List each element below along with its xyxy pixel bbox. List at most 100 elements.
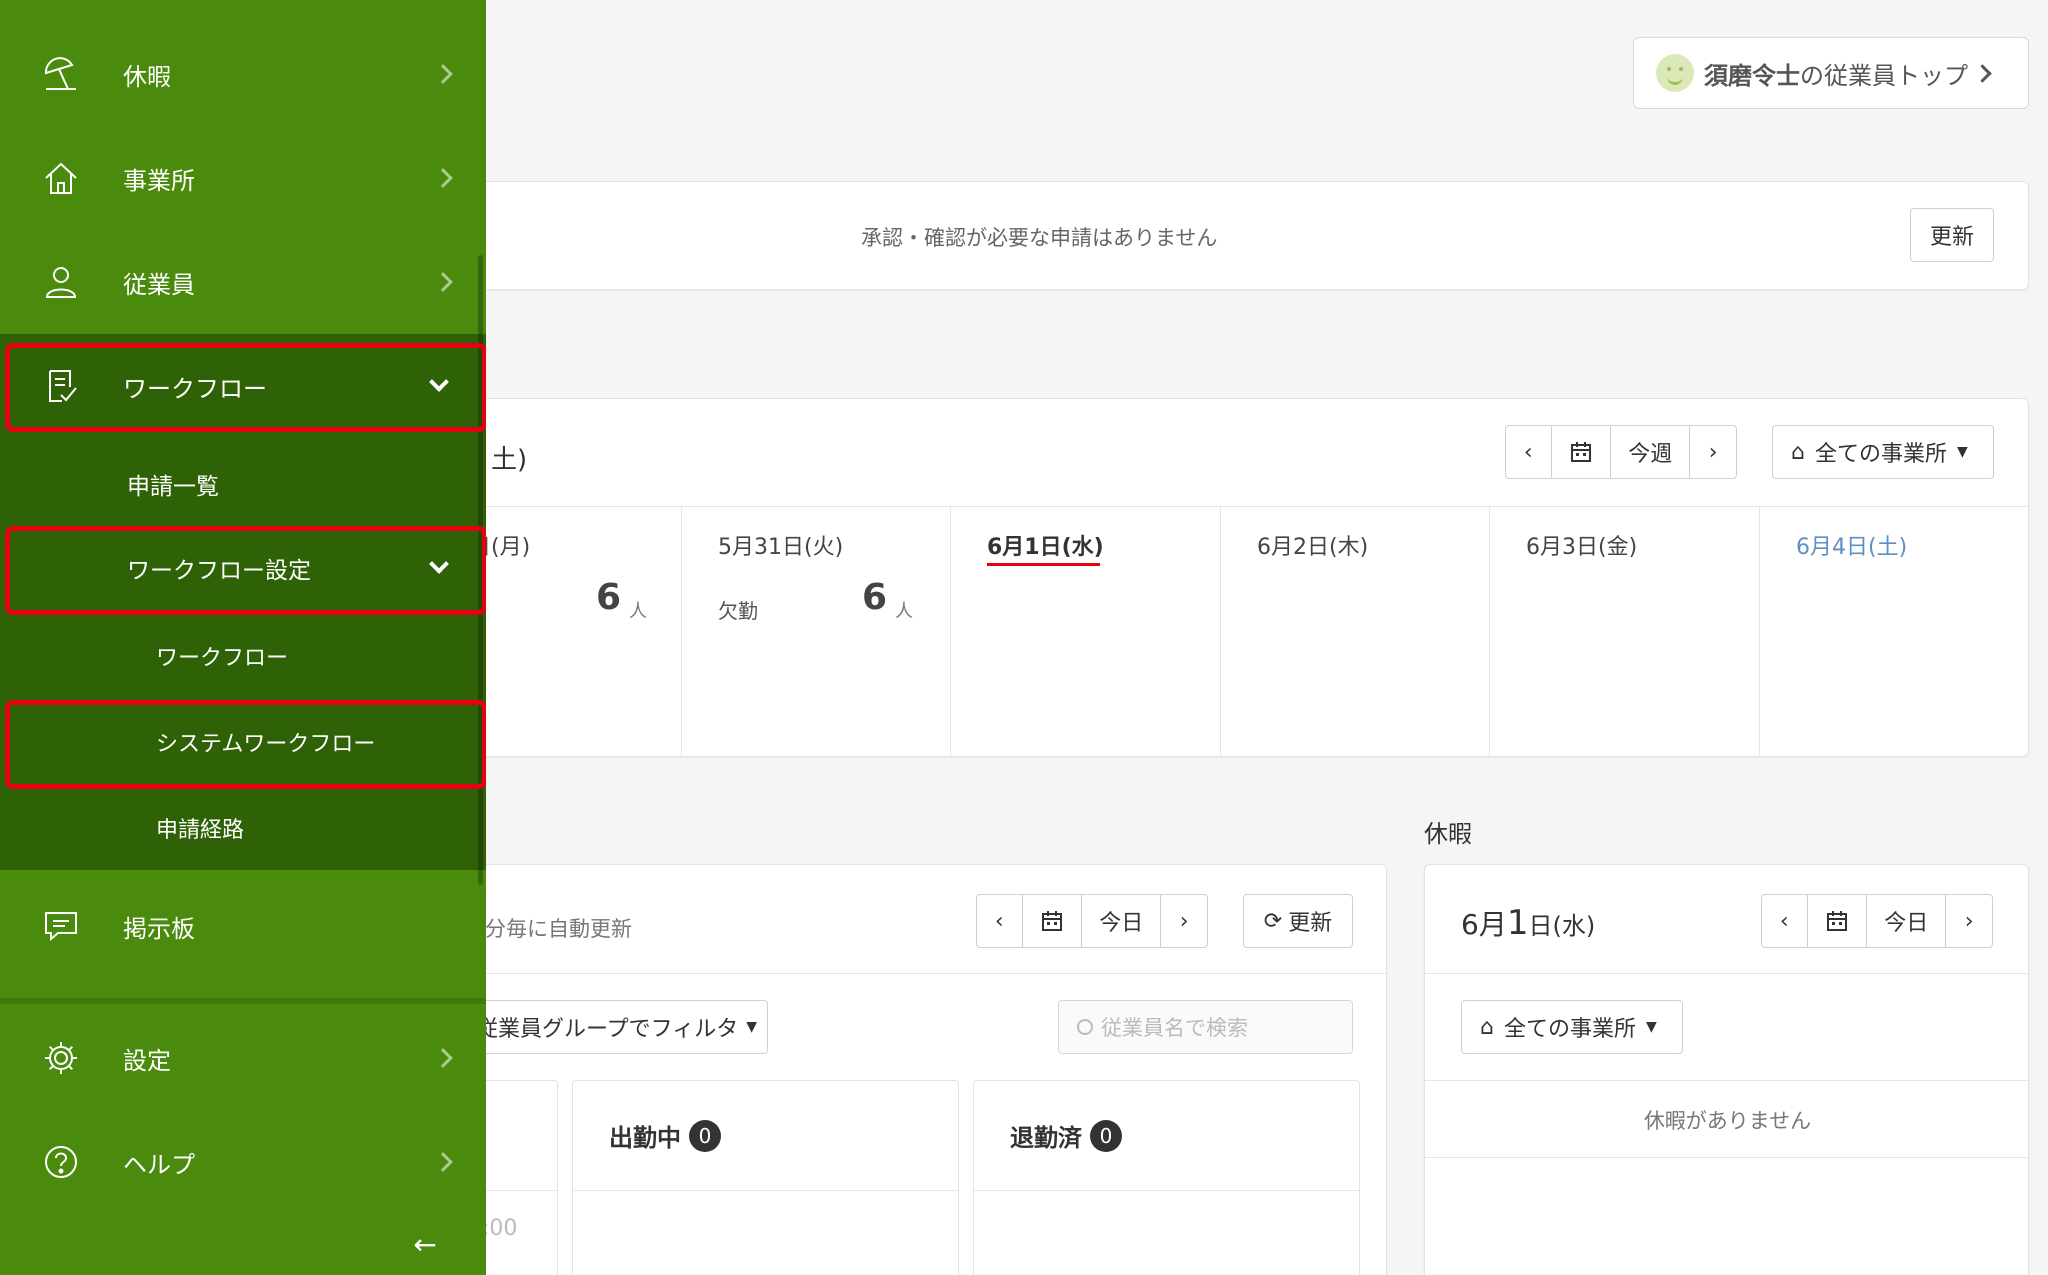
smiley-icon — [1656, 54, 1694, 92]
vacation-next-day-button[interactable]: › — [1946, 895, 1992, 947]
auto-refresh-label: 分毎に自動更新 — [485, 917, 632, 941]
sidebar-subitem-label: 申請経路 — [156, 818, 245, 843]
attendance-refresh-label: 更新 — [1288, 911, 1333, 936]
sidebar-subitem-request-list[interactable]: 申請一覧 — [0, 444, 486, 524]
group-filter-label: 従業員グループでフィルタ — [476, 1017, 739, 1042]
next-day-button[interactable]: › — [1161, 895, 1207, 947]
chevron-right-icon — [433, 1048, 453, 1068]
next-week-button[interactable]: › — [1690, 426, 1736, 478]
caret-down-icon: ▼ — [1645, 1019, 1657, 1035]
highlight-workflow — [5, 343, 486, 432]
on-duty-header: 出勤中 0 — [573, 1081, 958, 1191]
calendar-icon — [1041, 911, 1062, 931]
week-nav-group: ‹ 今週 › — [1505, 425, 1737, 479]
caret-down-icon: ▼ — [1956, 444, 1968, 460]
chevron-right-icon — [433, 272, 453, 292]
refresh-icon: ⟳ — [1263, 908, 1283, 934]
day-unit: 人 — [895, 601, 913, 622]
week-range-label: 土) — [491, 445, 528, 475]
sidebar-subitem-label: 申請一覧 — [127, 474, 219, 500]
attendance-toolbar-divider — [441, 973, 1386, 974]
vacation-day-nav-group: ‹ 今日 › — [1761, 894, 1993, 948]
sidebar-subitem-workflow[interactable]: ワークフロー — [0, 616, 486, 696]
prev-week-button[interactable]: ‹ — [1506, 426, 1552, 478]
highlight-workflow-settings — [5, 526, 486, 615]
chevron-right-icon — [1973, 63, 1992, 83]
approvals-refresh-button[interactable]: 更新 — [1910, 208, 1994, 262]
today-button[interactable]: 今日 — [1082, 895, 1162, 947]
today-underline — [987, 563, 1100, 566]
vacation-date-suffix: 日(水) — [1528, 912, 1596, 940]
approvals-empty-message: 承認・確認が必要な申請はありません — [861, 226, 1218, 250]
home-icon: ⌂ — [1480, 1014, 1494, 1040]
left-header: 退勤済 0 — [974, 1081, 1359, 1191]
absent-label: 欠勤 — [718, 599, 758, 623]
chevron-right-icon — [433, 64, 453, 84]
vacation-toolbar-divider — [1425, 973, 2028, 974]
highlight-system-workflow — [5, 700, 486, 789]
vacation-date-month: 6月 — [1461, 908, 1507, 941]
calendar-icon — [1570, 442, 1591, 462]
employee-top-suffix: の従業員トップ — [1800, 61, 1968, 90]
sidebar-item-label: ヘルプ — [123, 1150, 195, 1179]
sidebar-item-office[interactable]: 事業所 — [0, 126, 486, 230]
day-label: 6月3日(金) — [1526, 535, 1638, 560]
sidebar-subitem-request-route[interactable]: 申請経路 — [0, 788, 486, 868]
day-column-thu: 6月2日(木) — [1221, 507, 1490, 756]
vacation-today-button[interactable]: 今日 — [1867, 895, 1947, 947]
arrow-left-icon: ← — [413, 1228, 437, 1261]
sidebar: 休暇 事業所 従業員 ワークフロー 申請一覧 ワークフロー設定 ワークフロー シ… — [0, 0, 486, 1275]
collapse-sidebar-button[interactable]: ← — [410, 1230, 440, 1260]
vacation-office-filter[interactable]: ⌂ 全ての事業所 ▼ — [1461, 1000, 1683, 1054]
chat-bubble-icon — [45, 912, 77, 942]
sidebar-item-label: 従業員 — [123, 270, 195, 299]
day-label-today: 6月1日(水) — [987, 535, 1104, 560]
employee-search-placeholder: 従業員名で検索 — [1101, 1016, 1248, 1040]
sidebar-item-label: 休暇 — [123, 62, 171, 91]
vacation-date-day: 1 — [1506, 903, 1529, 943]
search-icon — [1077, 1019, 1093, 1035]
home-icon — [45, 162, 77, 194]
day-column-fri: 6月3日(金) — [1490, 507, 1760, 756]
this-week-button[interactable]: 今週 — [1611, 426, 1691, 478]
help-icon — [45, 1146, 77, 1178]
sidebar-item-bulletin[interactable]: 掲示板 — [0, 874, 486, 978]
day-count: 6 — [596, 577, 622, 618]
vacation-prev-day-button[interactable]: ‹ — [1762, 895, 1808, 947]
vacation-empty-divider — [1425, 1157, 2028, 1158]
day-unit: 人 — [629, 601, 647, 622]
sidebar-item-vacation[interactable]: 休暇 — [0, 22, 486, 126]
week-calendar-button[interactable] — [1552, 426, 1612, 478]
day-calendar-button[interactable] — [1023, 895, 1083, 947]
employee-top-button[interactable]: 須磨令士 の従業員トップ — [1633, 37, 2029, 109]
vacation-card: 6月1日(水) ‹ 今日 › ⌂ 全ての事業所 ▼ 休暇がありません — [1424, 864, 2029, 1275]
sidebar-divider — [0, 998, 486, 1004]
vacation-calendar-button[interactable] — [1808, 895, 1868, 947]
sidebar-item-label: 設定 — [123, 1046, 171, 1075]
beach-umbrella-icon — [44, 57, 76, 90]
employee-name: 須磨令士 — [1704, 61, 1800, 90]
week-office-filter[interactable]: ⌂ 全ての事業所 ▼ — [1772, 425, 1994, 479]
sidebar-item-label: 掲示板 — [123, 914, 195, 943]
sidebar-item-help[interactable]: ヘルプ — [0, 1110, 486, 1214]
vacation-section-title: 休暇 — [1424, 820, 1472, 848]
chevron-right-icon — [433, 168, 453, 188]
attendance-refresh-button[interactable]: ⟳ 更新 — [1243, 894, 1353, 948]
week-attendance-card: 土) ‹ 今週 › ⌂ 全ての事業所 ▼ 30日(月) 6 人 5月31日(火)… — [440, 398, 2029, 757]
group-filter-dropdown[interactable]: 従業員グループでフィルタ ▼ — [441, 1000, 768, 1054]
day-label: 5月31日(火) — [718, 535, 844, 560]
vacation-empty-message: 休暇がありません — [1643, 1109, 1812, 1133]
prev-day-button[interactable]: ‹ — [977, 895, 1023, 947]
sidebar-item-employee[interactable]: 従業員 — [0, 230, 486, 334]
caret-down-icon: ▼ — [746, 1019, 758, 1035]
vacation-filter-divider — [1425, 1080, 2028, 1081]
employee-search-input[interactable]: 従業員名で検索 — [1058, 1000, 1353, 1054]
week-days-row: 30日(月) 6 人 5月31日(火) 欠勤 6 人 6月1日(水) 6月2日(… — [441, 506, 2028, 756]
time-partial: :00 — [482, 1216, 518, 1241]
on-duty-column: 出勤中 0 — [572, 1080, 959, 1275]
day-label-saturday: 6月4日(土) — [1796, 535, 1908, 560]
day-column-sat: 6月4日(土) — [1760, 507, 2028, 756]
day-label: 6月2日(木) — [1257, 535, 1369, 560]
sidebar-item-settings[interactable]: 設定 — [0, 1006, 486, 1110]
left-label: 退勤済 — [1010, 1124, 1082, 1152]
